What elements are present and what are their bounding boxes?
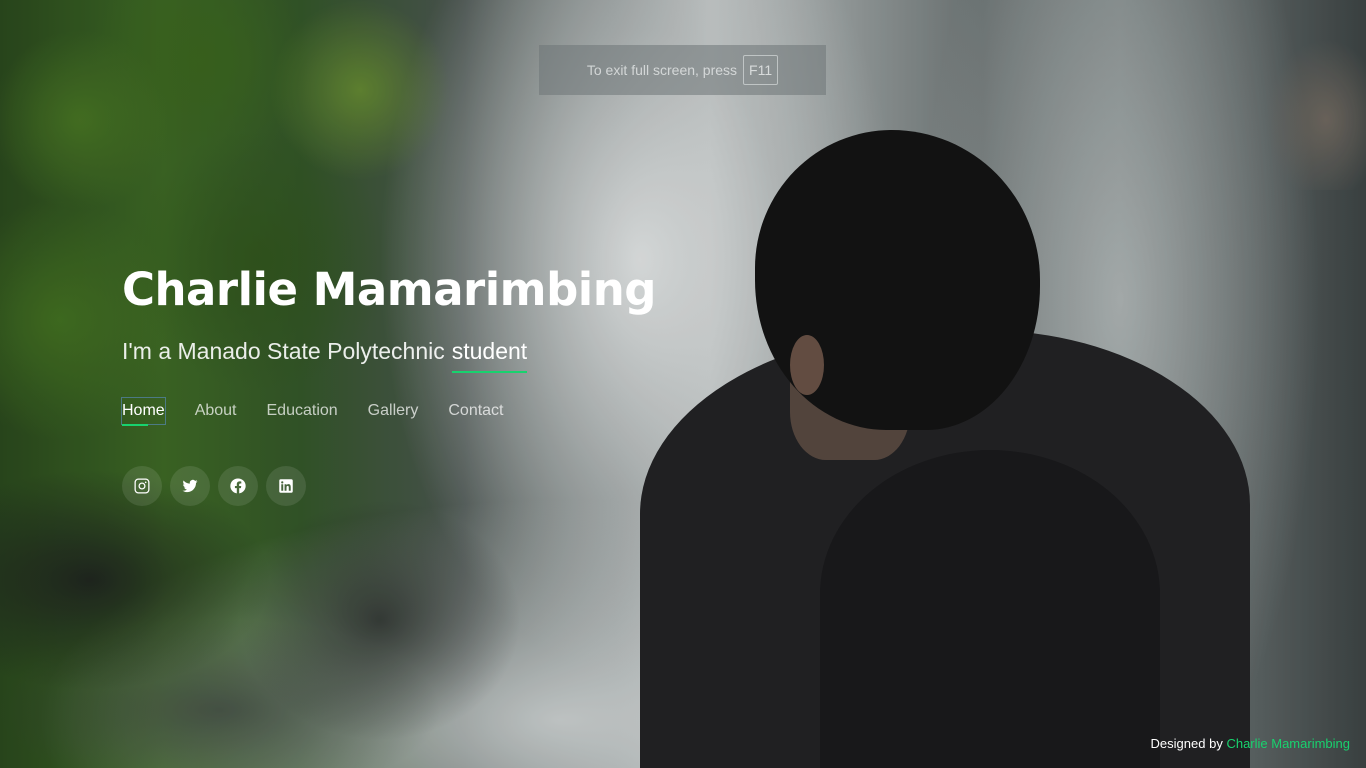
fullscreen-notice-text: To exit full screen, press: [586, 62, 738, 78]
hero-subtitle-prefix: I'm a Manado State Polytechnic: [122, 338, 445, 364]
hero-subtitle: I'm a Manado State Polytechnic student: [122, 336, 656, 373]
nav-home[interactable]: Home: [121, 397, 166, 426]
hero-content: Charlie Mamarimbing I'm a Manado State P…: [121, 262, 656, 506]
twitter-link[interactable]: [170, 466, 210, 506]
hero-name: Charlie Mamarimbing: [122, 263, 656, 316]
hero-typed-text: student: [451, 336, 528, 373]
facebook-icon: [230, 478, 246, 494]
social-links: [122, 466, 656, 506]
nav-education[interactable]: Education: [267, 398, 338, 424]
credits: Designed by Charlie Mamarimbing: [1151, 736, 1350, 751]
fullscreen-notice: To exit full screen, press F11: [539, 45, 826, 95]
linkedin-link[interactable]: [266, 466, 306, 506]
instagram-icon: [134, 478, 150, 494]
linkedin-icon: [279, 479, 293, 493]
nav-about[interactable]: About: [195, 398, 237, 424]
facebook-link[interactable]: [218, 466, 258, 506]
twitter-icon: [182, 479, 198, 493]
main-nav: Home About Education Gallery Contact: [121, 397, 656, 426]
credits-author-link[interactable]: Charlie Mamarimbing: [1226, 736, 1350, 751]
nav-gallery[interactable]: Gallery: [368, 398, 419, 424]
nav-contact[interactable]: Contact: [448, 398, 503, 424]
credits-prefix: Designed by: [1150, 736, 1223, 751]
instagram-link[interactable]: [122, 466, 162, 506]
fullscreen-key: F11: [743, 55, 779, 85]
